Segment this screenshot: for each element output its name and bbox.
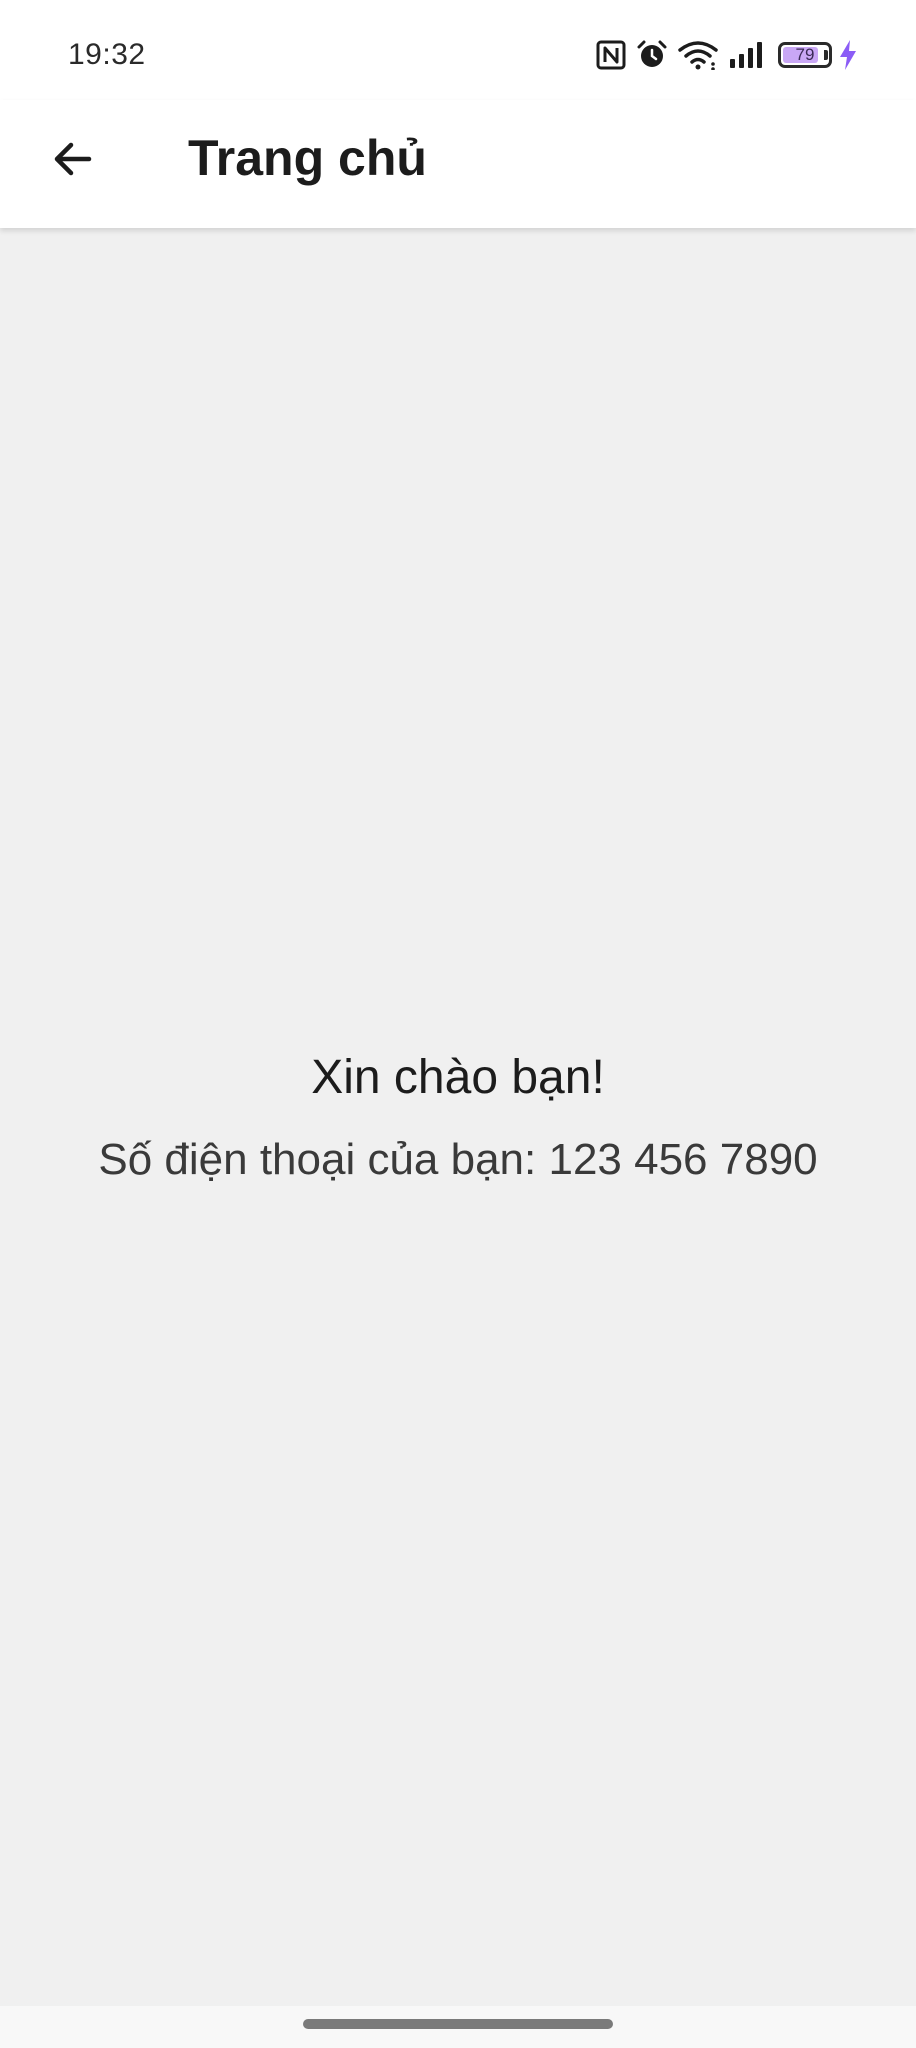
greeting-text: Xin chào bạn! <box>311 1051 605 1104</box>
navigation-bar <box>0 2006 916 2048</box>
status-time: 19:32 <box>68 38 146 71</box>
back-button[interactable] <box>40 126 106 192</box>
battery-icon: 79 <box>778 42 832 68</box>
battery-level: 79 <box>795 45 815 64</box>
app-bar: Trang chủ <box>0 100 916 228</box>
charging-icon <box>838 39 858 71</box>
status-icons: 79 <box>596 36 858 74</box>
page-title: Trang chủ <box>188 130 427 186</box>
main-content: Xin chào bạn! Số điện thoại của bạn: 123… <box>0 228 916 2006</box>
status-bar: 19:32 79 <box>0 0 916 100</box>
wifi-icon <box>678 40 718 70</box>
signal-icon <box>728 41 768 69</box>
home-indicator[interactable] <box>303 2019 613 2029</box>
alarm-icon <box>636 39 668 71</box>
arrow-left-icon <box>54 142 92 176</box>
phone-number-text: Số điện thoại của bạn: 123 456 7890 <box>98 1135 818 1184</box>
nfc-icon <box>596 40 626 70</box>
